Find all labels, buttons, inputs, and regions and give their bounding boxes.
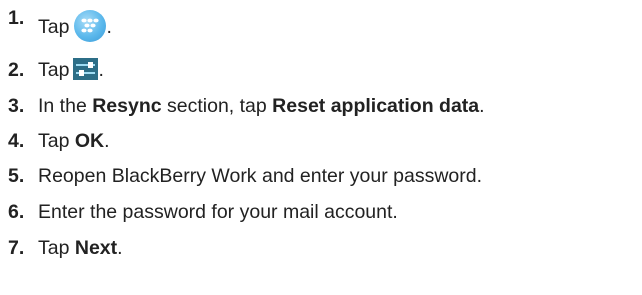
- step-number: 6.: [8, 201, 25, 223]
- step-number: 2.: [8, 59, 25, 81]
- step-number: 1.: [8, 7, 25, 29]
- step-text: Enter the password for your mail account…: [38, 201, 398, 223]
- step-text-end: .: [98, 59, 104, 81]
- step-1: 1. Tap.: [8, 7, 112, 42]
- step-text: Tap: [38, 237, 75, 259]
- step-number: 5.: [8, 165, 25, 187]
- step-text: Tap: [38, 16, 70, 38]
- step-7: 7. Tap Next.: [8, 236, 123, 260]
- step-4: 4. Tap OK.: [8, 129, 110, 153]
- step-2: 2. Tap.: [8, 58, 104, 82]
- step-text: Tap: [38, 130, 75, 152]
- step-3: 3. In the Resync section, tap Reset appli…: [8, 94, 485, 118]
- step-number: 7.: [8, 237, 25, 259]
- settings-sliders-icon: [73, 58, 99, 80]
- next-label: Next: [74, 237, 118, 259]
- step-text-end: .: [106, 16, 112, 38]
- step-5: 5. Reopen BlackBerry Work and enter your …: [8, 164, 482, 188]
- blackberry-home-icon: [74, 10, 107, 42]
- step-text: .: [117, 237, 123, 259]
- ok-label: OK: [74, 130, 105, 152]
- step-text: Tap: [38, 59, 70, 81]
- step-text: section, tap: [161, 95, 273, 117]
- step-6: 6. Enter the password for your mail accou…: [8, 200, 398, 224]
- reset-application-data-label: Reset application data: [272, 95, 480, 117]
- resync-label: Resync: [92, 95, 162, 117]
- step-text: In the: [38, 95, 93, 117]
- step-number: 3.: [8, 95, 25, 117]
- step-text: .: [479, 95, 485, 117]
- step-text: Reopen BlackBerry Work and enter your pa…: [38, 165, 483, 187]
- step-text: .: [104, 130, 110, 152]
- step-number: 4.: [8, 130, 25, 152]
